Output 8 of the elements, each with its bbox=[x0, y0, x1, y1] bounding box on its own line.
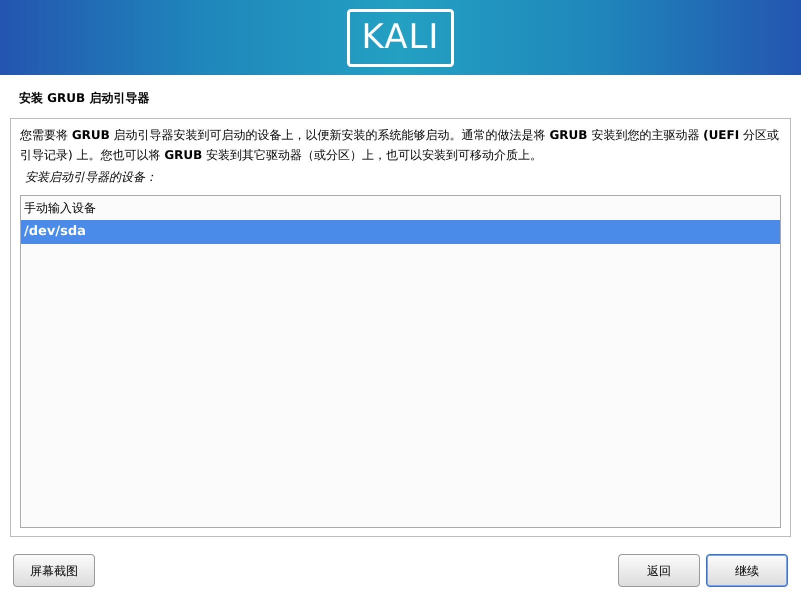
device-item[interactable]: 手动输入设备 bbox=[21, 196, 780, 220]
screenshot-button[interactable]: 屏幕截图 bbox=[13, 554, 95, 587]
kali-logo: KALI bbox=[346, 8, 454, 66]
back-button[interactable]: 返回 bbox=[618, 554, 700, 587]
page-title: 安装 GRUB 启动引导器 bbox=[19, 91, 150, 105]
continue-button[interactable]: 继续 bbox=[706, 554, 788, 587]
description: 您需要将 GRUB 启动引导器安装到可启动的设备上，以便新安装的系统能够启动。通常的做法是将 GRUB 安装到您的主驱动器 (UEFI 分区或引导记录) 上。您也可以将 GRUB 安装到其它驱动器（或分区）上，也可以安装到可移动介质上。 bbox=[20, 127, 780, 164]
device-prompt: 安装启动引导器的设备： bbox=[25, 170, 157, 184]
